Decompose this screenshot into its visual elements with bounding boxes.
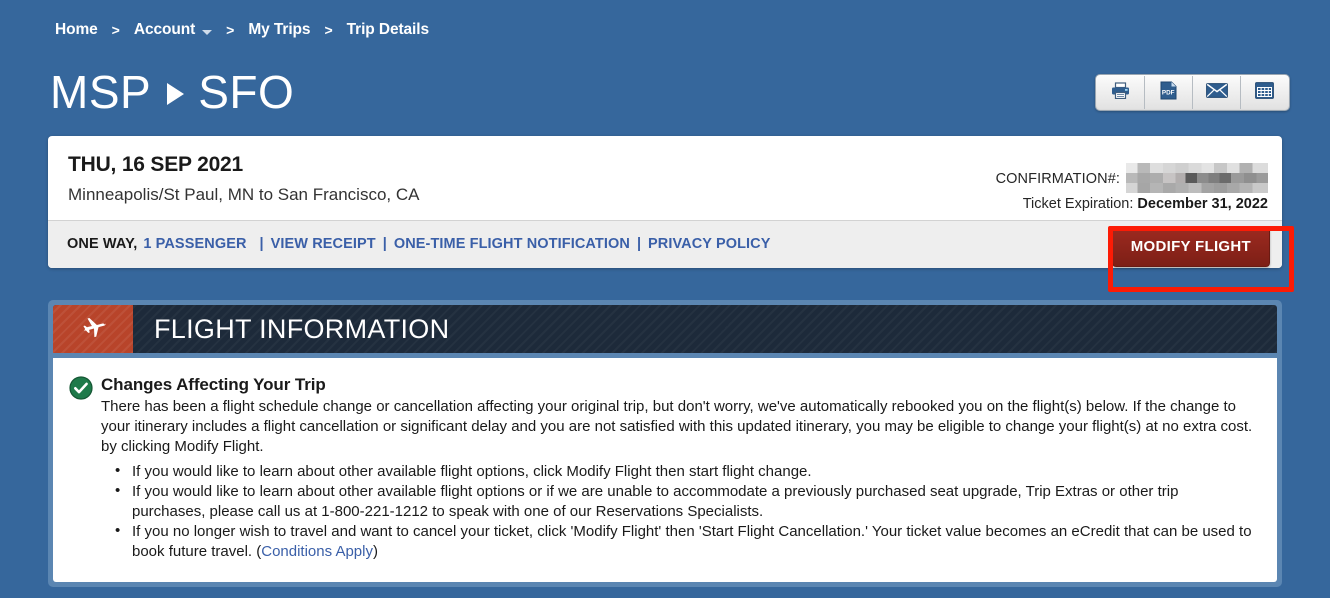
destination-airport-code: SFO — [198, 66, 295, 118]
flight-information-panel: FLIGHT INFORMATION Changes Affecting You… — [48, 300, 1282, 587]
ticket-expiration-row: Ticket Expiration: December 31, 2022 — [996, 191, 1268, 216]
email-button[interactable] — [1193, 76, 1241, 109]
view-receipt-link[interactable]: VIEW RECEIPT — [271, 236, 376, 252]
link-separator: | — [382, 236, 387, 252]
trip-summary-card: THU, 16 SEP 2021 Minneapolis/St Paul, MN… — [48, 136, 1282, 268]
airplane-icon — [78, 312, 108, 347]
conditions-apply-link[interactable]: Conditions Apply — [261, 543, 373, 560]
pdf-button[interactable]: PDF — [1145, 76, 1193, 109]
trip-links-strip: ONE WAY, 1 PASSENGER | VIEW RECEIPT | ON… — [48, 220, 1282, 268]
pdf-icon: PDF — [1159, 81, 1178, 105]
breadcrumb-separator: > — [324, 22, 333, 38]
confirmation-number-redacted — [1126, 162, 1268, 193]
notice-bullet-tail: ) — [372, 543, 378, 560]
airplane-badge — [53, 305, 133, 353]
breadcrumb: Home > Account > My Trips > Trip Details — [55, 19, 429, 41]
notice-bullet-item: If you would like to learn about other a… — [115, 481, 1255, 522]
print-icon — [1111, 81, 1130, 104]
ticket-expiration-value: December 31, 2022 — [1137, 195, 1268, 212]
breadcrumb-separator: > — [111, 22, 120, 38]
ticket-expiration-label: Ticket Expiration: — [1022, 195, 1134, 212]
success-check-icon — [69, 376, 93, 405]
breadcrumb-item-trip-details[interactable]: Trip Details — [347, 21, 429, 39]
notice-title: Changes Affecting Your Trip — [101, 375, 326, 394]
page-title: MSP SFO — [50, 63, 294, 121]
trip-summary-header: THU, 16 SEP 2021 Minneapolis/St Paul, MN… — [48, 136, 1282, 220]
calendar-icon — [1255, 81, 1274, 104]
trip-change-notice: Changes Affecting Your Trip There has be… — [69, 374, 1255, 562]
svg-text:PDF: PDF — [1162, 89, 1175, 96]
breadcrumb-item-home[interactable]: Home — [55, 21, 98, 39]
notice-bullet-list: If you would like to learn about other a… — [101, 461, 1255, 562]
print-button[interactable] — [1097, 76, 1145, 109]
privacy-policy-link[interactable]: PRIVACY POLICY — [648, 236, 771, 252]
breadcrumb-item-account[interactable]: Account — [134, 21, 195, 39]
confirmation-label: CONFIRMATION#: — [995, 170, 1120, 187]
origin-airport-code: MSP — [50, 66, 152, 118]
calendar-button[interactable] — [1241, 76, 1288, 109]
trip-actions-toolbar: PDF — [1095, 74, 1290, 111]
notice-paragraph: There has been a flight schedule change … — [101, 398, 1253, 455]
route-arrow-icon — [167, 83, 185, 105]
notice-bullet-item: If you would like to learn about other a… — [115, 461, 1255, 482]
flight-information-title: FLIGHT INFORMATION — [154, 313, 450, 344]
confirmation-row: CONFIRMATION#: — [995, 162, 1268, 193]
trip-type-label: ONE WAY, — [67, 236, 138, 252]
breadcrumb-item-my-trips[interactable]: My Trips — [248, 21, 310, 39]
modify-flight-button[interactable]: MODIFY FLIGHT — [1111, 227, 1270, 267]
confirmation-block: CONFIRMATION#: Ticket Expiration: Decemb… — [995, 162, 1268, 216]
one-time-flight-notification-link[interactable]: ONE-TIME FLIGHT NOTIFICATION — [394, 236, 630, 252]
modify-flight-container: MODIFY FLIGHT — [1111, 227, 1270, 267]
passenger-count-link[interactable]: 1 PASSENGER — [143, 236, 246, 252]
chevron-down-icon[interactable] — [202, 29, 213, 35]
flight-information-body: Changes Affecting Your Trip There has be… — [53, 358, 1277, 582]
link-separator: | — [636, 236, 641, 252]
email-icon — [1205, 82, 1228, 103]
notice-bullet-item: If you no longer wish to travel and want… — [115, 521, 1255, 562]
trip-change-notice-body: Changes Affecting Your Trip There has be… — [101, 374, 1255, 562]
flight-information-header: FLIGHT INFORMATION — [53, 305, 1277, 353]
breadcrumb-separator: > — [226, 22, 235, 38]
link-separator: | — [259, 236, 264, 252]
